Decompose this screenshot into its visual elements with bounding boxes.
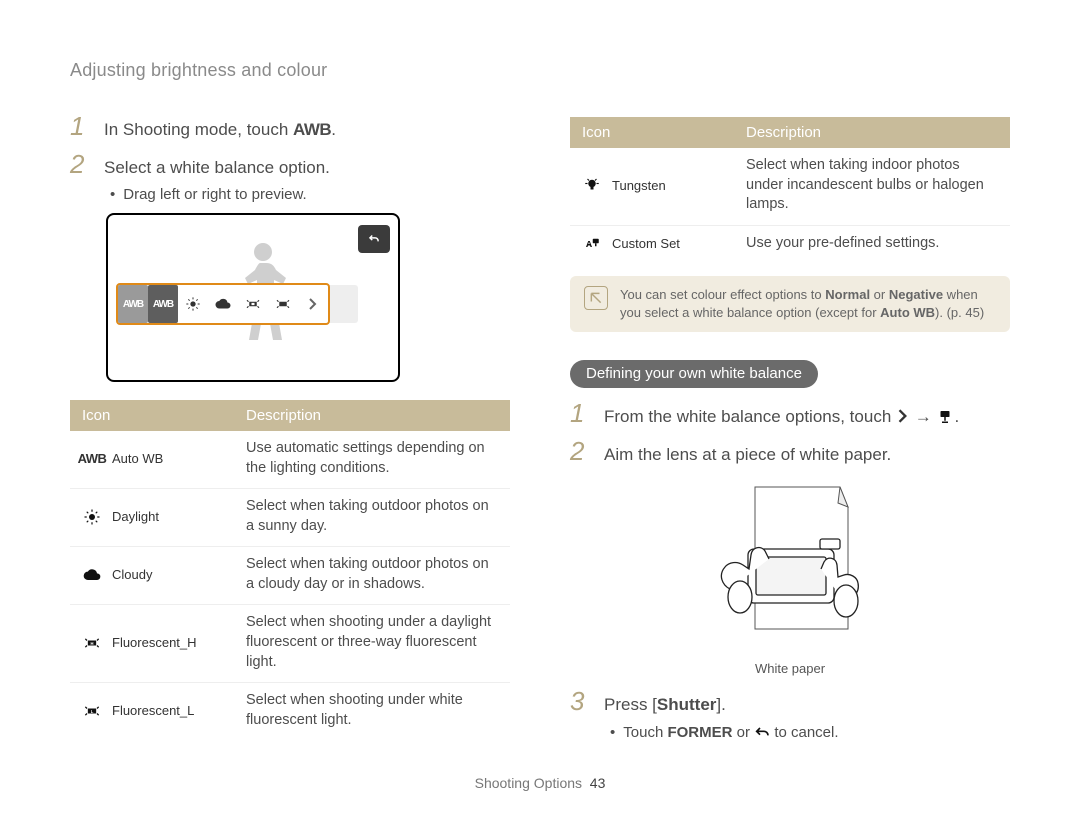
- step-number: 3: [570, 686, 588, 717]
- step-text: Aim the lens at a piece of white paper.: [604, 442, 891, 468]
- cell-name: Tungsten: [612, 177, 666, 195]
- white-paper-diagram: White paper: [570, 479, 1010, 676]
- table-row: L Fluorescent_L Select when shooting unde…: [70, 683, 510, 741]
- right-column: Icon Description Tungsten Select when ta…: [570, 111, 1010, 751]
- note-mid: or: [870, 287, 889, 302]
- bullet-text: Drag left or right to preview.: [123, 186, 306, 203]
- custom-set-icon: [582, 234, 602, 254]
- undo-icon: [754, 725, 770, 739]
- table-row: Tungsten Select when taking indoor photo…: [570, 148, 1010, 225]
- step-text: Select a white balance option.: [104, 155, 330, 181]
- cell-name: Custom Set: [612, 235, 680, 253]
- note-text: You can set colour effect options to Nor…: [620, 286, 996, 322]
- cell-desc: Select when taking outdoor photos on a c…: [234, 547, 510, 605]
- breadcrumb: Adjusting brightness and colour: [70, 60, 1010, 81]
- step-2: 2 Select a white balance option.: [70, 149, 510, 181]
- step-text: In Shooting mode, touch AWB.: [104, 117, 336, 143]
- footer-section: Shooting Options: [475, 775, 582, 791]
- note-bold: Negative: [889, 287, 943, 302]
- former-icon: FORMER: [667, 724, 732, 741]
- footer-page-number: 43: [590, 775, 606, 791]
- camera-preview: AWB AWB: [106, 213, 400, 382]
- r3-pre: Press [: [604, 695, 657, 714]
- cell-desc: Select when taking indoor photos under i…: [734, 148, 1010, 225]
- r3-bold: Shutter: [657, 695, 717, 714]
- note-box: You can set colour effect options to Nor…: [570, 276, 1010, 332]
- cell-desc: Select when taking outdoor photos on a s…: [234, 489, 510, 547]
- chevron-right-icon: [896, 409, 910, 423]
- bullet-cancel: Touch FORMER or to cancel.: [610, 724, 1010, 741]
- table-row: Daylight Select when taking outdoor phot…: [70, 489, 510, 547]
- left-column: 1 In Shooting mode, touch AWB. 2 Select …: [70, 111, 510, 751]
- th-icon: Icon: [570, 117, 734, 148]
- step-number: 1: [570, 398, 588, 429]
- cell-desc: Select when shooting under a daylight fl…: [234, 605, 510, 683]
- step-number: 2: [70, 149, 88, 180]
- r-step-3: 3 Press [Shutter].: [570, 686, 1010, 718]
- cell-name: Daylight: [112, 508, 159, 526]
- chip-awb-sel[interactable]: AWB: [148, 285, 178, 323]
- chip-cloud[interactable]: [208, 285, 238, 323]
- diagram-label: White paper: [570, 661, 1010, 676]
- awb-icon: AWB: [293, 120, 331, 139]
- r-step-1: 1 From the white balance options, touch …: [570, 398, 1010, 430]
- b3-post: to cancel.: [770, 724, 838, 741]
- r3-post: ].: [716, 695, 725, 714]
- cell-desc: Select when shooting under white fluores…: [234, 683, 510, 741]
- table-row: Custom Set Use your pre-defined settings…: [570, 225, 1010, 264]
- step-1: 1 In Shooting mode, touch AWB.: [70, 111, 510, 143]
- note-post2: ). (p. 45): [935, 305, 984, 320]
- table-row: Cloudy Select when taking outdoor photos…: [70, 547, 510, 605]
- note-icon: [584, 286, 608, 310]
- r1-sep: →: [910, 407, 936, 426]
- r1-post: .: [954, 407, 959, 426]
- chip-sun[interactable]: [178, 285, 208, 323]
- step-text: Press [Shutter].: [604, 692, 726, 718]
- step1-pre: In Shooting mode, touch: [104, 120, 293, 139]
- wb-table-left: Icon Description AWB Auto WB Use automati…: [70, 400, 510, 740]
- step-number: 1: [70, 111, 88, 142]
- th-icon: Icon: [70, 400, 234, 431]
- back-icon[interactable]: [358, 225, 390, 253]
- sun-icon: [82, 507, 102, 527]
- chip-awb-thumb[interactable]: AWB: [118, 285, 148, 323]
- th-desc: Description: [234, 400, 510, 431]
- fluorescent-h-icon: H: [82, 633, 102, 653]
- r1-pre: From the white balance options, touch: [604, 407, 896, 426]
- cell-desc: Use automatic settings depending on the …: [234, 431, 510, 489]
- cell-name: Fluorescent_H: [112, 634, 197, 652]
- b3-pre: Touch: [623, 724, 667, 741]
- cell-name: Fluorescent_L: [112, 702, 194, 720]
- tungsten-icon: [582, 175, 602, 195]
- custom-set-icon: [936, 409, 954, 425]
- bullet-text: Touch FORMER or to cancel.: [623, 724, 838, 741]
- step-text: From the white balance options, touch → …: [604, 404, 959, 430]
- awb-icon: AWB: [82, 449, 102, 469]
- table-row: H Fluorescent_H Select when shooting unde…: [70, 605, 510, 683]
- th-desc: Description: [734, 117, 1010, 148]
- cell-desc: Use your pre-defined settings.: [734, 225, 1010, 264]
- page-footer: Shooting Options 43: [0, 775, 1080, 791]
- note-pre: You can set colour effect options to: [620, 287, 825, 302]
- table-row: AWB Auto WB Use automatic settings depend…: [70, 431, 510, 489]
- step-number: 2: [570, 436, 588, 467]
- b3-mid: or: [732, 724, 754, 741]
- cloud-icon: [82, 565, 102, 585]
- cell-name: Auto WB: [112, 450, 163, 468]
- svg-text:H: H: [90, 641, 93, 646]
- note-bold: Normal: [825, 287, 870, 302]
- step1-post: .: [331, 120, 336, 139]
- note-bold: Auto WB: [880, 305, 935, 320]
- cell-name: Cloudy: [112, 566, 152, 584]
- wb-table-right: Icon Description Tungsten Select when ta…: [570, 117, 1010, 264]
- r-step-2: 2 Aim the lens at a piece of white paper…: [570, 436, 1010, 468]
- section-pill: Defining your own white balance: [570, 360, 818, 388]
- wb-scroller[interactable]: AWB AWB: [116, 283, 330, 325]
- fluorescent-l-icon: L: [82, 701, 102, 721]
- bullet-preview: Drag left or right to preview.: [110, 186, 510, 203]
- scroll-right-icon[interactable]: [298, 298, 328, 310]
- chip-fluo-h[interactable]: [238, 285, 268, 323]
- chip-fluo-l[interactable]: [268, 285, 298, 323]
